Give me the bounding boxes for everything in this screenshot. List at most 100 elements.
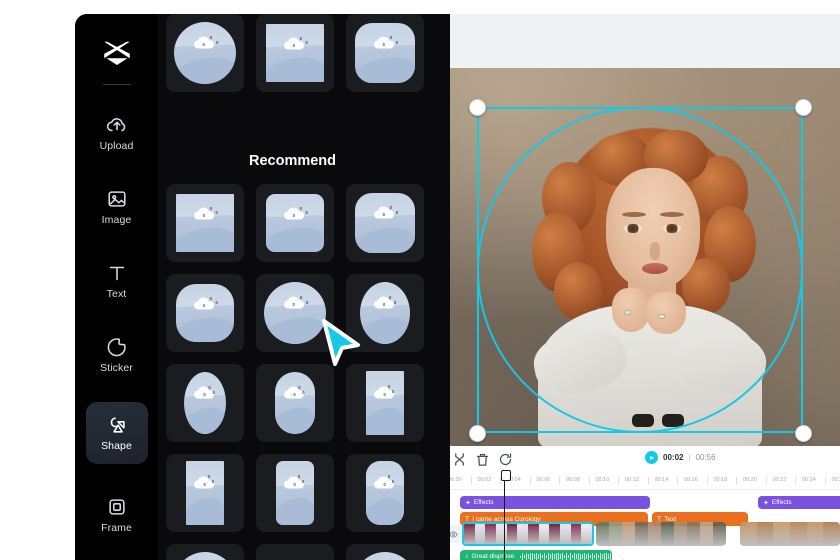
video-preview[interactable] — [440, 68, 840, 446]
shape-cell-top-0[interactable]: ᴕᴕᴕ — [166, 14, 244, 92]
rotate-icon[interactable] — [498, 452, 513, 467]
selection-bounding-box[interactable] — [477, 107, 803, 433]
editor-topbar — [440, 14, 840, 68]
waveform-bar — [574, 552, 576, 560]
waveform-bar — [548, 552, 550, 560]
shape-cell-6[interactable]: ᴕᴕᴕ — [166, 364, 244, 442]
bird-icon: ᴕ — [209, 295, 212, 302]
bird-icon: ᴕ — [389, 205, 393, 212]
sidebar-item-label: Image — [101, 214, 132, 226]
shape-cell-2[interactable]: ᴕᴕᴕ — [346, 184, 424, 262]
sidebar-item-shape[interactable]: Shape — [85, 402, 148, 464]
playhead[interactable] — [499, 470, 514, 560]
shape-thumbnail-rectangle-portrait-sharp: ᴕᴕᴕ — [186, 461, 224, 525]
sidebar-item-label: Upload — [99, 140, 134, 152]
timeline-clip-audio[interactable]: ♪ Great disprove — [460, 550, 612, 560]
capcut-logo-icon[interactable] — [99, 40, 135, 66]
waveform-bar — [540, 552, 542, 560]
ruler-tick-label: 00:10 — [595, 477, 610, 483]
bird-icon: ᴕ — [203, 392, 206, 399]
bird-icon: ᴕ — [394, 299, 397, 306]
current-time: 00:02 — [663, 453, 684, 462]
ruler-tick-label: 00:18 — [713, 477, 728, 483]
shape-cell-14[interactable]: ᴕᴕᴕ — [346, 544, 424, 560]
waveform-bar — [552, 552, 554, 560]
waveform-bar — [526, 552, 528, 560]
video-thumbnail — [622, 522, 635, 546]
clip-label: Effects — [473, 499, 494, 506]
shape-cell-8[interactable]: ᴕᴕᴕ — [346, 364, 424, 442]
shape-grid[interactable]: Recommend ᴕᴕᴕᴕᴕᴕᴕᴕᴕᴕᴕᴕᴕᴕᴕᴕᴕᴕᴕᴕᴕᴕᴕᴕᴕᴕᴕᴕᴕᴕ… — [158, 14, 450, 560]
sidebar-item-text[interactable]: Text — [86, 250, 148, 312]
waveform-bar — [582, 553, 584, 560]
waveform-bar — [550, 554, 552, 559]
waveform-bar — [530, 553, 532, 560]
ruler-tick-label: 00:02 — [477, 477, 492, 483]
shape-thumbnail-rounded-square-large: ᴕᴕᴕ — [355, 193, 415, 253]
bird-icon: ᴕ — [208, 384, 211, 391]
waveform-bar — [604, 553, 606, 560]
shape-cell-7[interactable]: ᴕᴕᴕ — [256, 364, 334, 442]
waveform-bar — [542, 555, 544, 558]
bird-icon: ᴕ — [215, 210, 218, 217]
timeline-clip-effects[interactable]: ✦ Effects — [758, 496, 840, 509]
shape-thumbnail-ellipse-tall: ᴕᴕᴕ — [184, 372, 226, 434]
bird-icon: ᴕ — [298, 384, 301, 391]
ruler-tickmark — [795, 477, 796, 484]
bird-icon: ᴕ — [293, 481, 296, 488]
sidebar-item-sticker[interactable]: Sticker — [86, 324, 148, 386]
resize-handle-bottom-left[interactable] — [469, 425, 486, 442]
video-thumbnail — [740, 522, 757, 546]
frame-icon — [106, 496, 128, 518]
bird-icon: ᴕ — [301, 479, 305, 486]
sidebar-item-frame[interactable]: Frame — [86, 484, 148, 546]
timeline-clip-video-selected[interactable] — [462, 522, 594, 546]
waveform-bar — [546, 555, 548, 558]
shape-cell-top-1[interactable]: ᴕᴕᴕ — [256, 14, 334, 92]
split-icon[interactable] — [452, 452, 467, 467]
shape-cell-3[interactable]: ᴕᴕᴕ — [166, 274, 244, 352]
effects-icon: ✦ — [465, 499, 471, 507]
video-thumbnail — [773, 522, 791, 546]
shape-cell-11[interactable]: ᴕᴕᴕ — [346, 454, 424, 532]
shape-cell-0[interactable]: ᴕᴕᴕ — [166, 184, 244, 262]
shape-cell-13[interactable]: ᴕᴕᴕ — [256, 544, 334, 560]
ruler-tickmark — [736, 477, 737, 484]
video-thumbnails — [740, 522, 840, 546]
play-button[interactable] — [645, 451, 658, 464]
resize-handle-bottom-right[interactable] — [795, 425, 812, 442]
timeline-clip-video[interactable] — [596, 522, 726, 546]
shape-cell-top-2[interactable]: ᴕᴕᴕ — [346, 14, 424, 92]
shape-thumbnail-ellipse-vertical: ᴕᴕᴕ — [360, 282, 410, 344]
shape-cell-1[interactable]: ᴕᴕᴕ — [256, 184, 334, 262]
shape-cell-9[interactable]: ᴕᴕᴕ — [166, 454, 244, 532]
video-thumbnail — [581, 524, 592, 544]
sidebar-item-image[interactable]: Image — [86, 176, 148, 238]
bird-icon: ᴕ — [395, 210, 399, 216]
waveform-bar — [578, 553, 580, 560]
bird-icon: ᴕ — [292, 212, 295, 219]
resize-handle-top-left[interactable] — [469, 99, 486, 116]
audio-waveform — [520, 552, 612, 560]
resize-handle-top-right[interactable] — [795, 99, 812, 116]
waveform-bar — [600, 552, 602, 560]
delete-icon[interactable] — [475, 452, 490, 467]
waveform-bar — [520, 555, 522, 558]
timeline-clip-effects[interactable]: ✦ Effects — [460, 496, 650, 509]
shape-cell-12[interactable]: ᴕᴕᴕ — [166, 544, 244, 560]
sidebar-item-label: Frame — [101, 522, 132, 534]
bird-icon: ᴕ — [212, 389, 215, 396]
waveform-bar — [598, 554, 600, 559]
video-thumbnail — [549, 524, 561, 544]
bird-icon: ᴕ — [383, 302, 386, 309]
bird-icon: ᴕ — [299, 205, 302, 212]
editor-sidebar: Upload Image Text Sticker Shape Frame — [75, 14, 158, 560]
bird-icon: ᴕ — [389, 294, 392, 301]
shape-thumbnail-rounded-square: ᴕᴕᴕ — [266, 194, 324, 252]
waveform-bar — [594, 555, 596, 558]
timeline-clip-video[interactable] — [740, 522, 840, 546]
video-thumbnail — [687, 522, 700, 546]
sidebar-item-upload[interactable]: Upload — [86, 102, 148, 164]
shape-thumbnail-square-sharp: ᴕᴕᴕ — [176, 194, 234, 252]
shape-cell-10[interactable]: ᴕᴕᴕ — [256, 454, 334, 532]
